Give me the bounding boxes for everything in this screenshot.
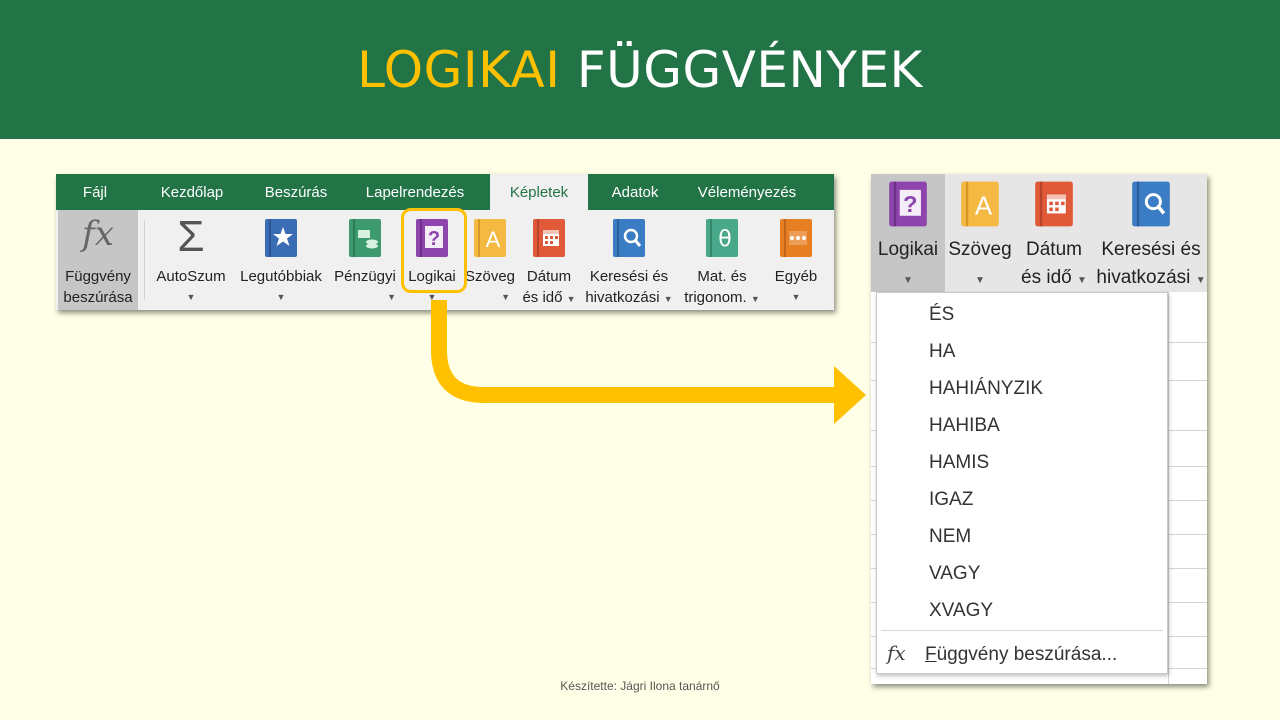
menu-item-ha[interactable]: HA: [929, 341, 955, 363]
lookup-label-1: Keresési és: [1101, 239, 1201, 260]
svg-text:A: A: [975, 193, 993, 221]
insert-function-menu-label: üggvény beszúrása...: [936, 644, 1118, 665]
text-label: Szöveg: [948, 239, 1012, 260]
function-icon: fx: [887, 641, 906, 665]
menu-item-igaz[interactable]: IGAZ: [929, 489, 973, 511]
lookup-button[interactable]: Keresési és hivatkozási ▼: [1095, 174, 1207, 292]
date-time-label-1: Dátum: [1026, 239, 1082, 260]
insert-function-menu-item[interactable]: fx Függvény beszúrása...: [887, 639, 1117, 667]
logical-functions-menu: ÉS HA HAHIÁNYZIK HAHIBA HAMIS IGAZ NEM V…: [876, 292, 1168, 674]
lookup-label-2: hivatkozási: [1096, 267, 1191, 288]
chevron-down-icon: ▼: [903, 275, 913, 286]
search-book-icon: [1131, 180, 1171, 234]
menu-item-vagy[interactable]: VAGY: [929, 563, 980, 585]
menu-item-xvagy[interactable]: XVAGY: [929, 600, 993, 622]
chevron-down-icon: ▼: [975, 275, 985, 286]
text-button[interactable]: A Szöveg ▼: [947, 174, 1013, 292]
menu-separator: [881, 630, 1163, 631]
chevron-down-icon: ▼: [1195, 275, 1206, 286]
text-book-icon: A: [960, 180, 1000, 234]
insert-function-accelerator: F: [925, 644, 937, 665]
author-credit: Készítette: Jágri Ilona tanárnő: [560, 679, 720, 693]
menu-item-hahiba[interactable]: HAHIBA: [929, 415, 1000, 437]
menu-item-es[interactable]: ÉS: [929, 304, 954, 326]
menu-item-hahianyzik[interactable]: HAHIÁNYZIK: [929, 378, 1043, 400]
logical-dropdown-screenshot: ? Logikai ▼ A Szöveg ▼ Dátum és idő ▼ Keres…: [871, 174, 1207, 684]
date-time-label-2: és idő: [1021, 267, 1072, 288]
question-book-icon: ?: [888, 180, 928, 234]
logical-label: Logikai: [877, 239, 939, 260]
date-time-button[interactable]: Dátum és idő ▼: [1015, 174, 1093, 292]
menu-item-nem[interactable]: NEM: [929, 526, 971, 548]
svg-text:?: ?: [903, 191, 917, 217]
calendar-book-icon: [1034, 180, 1074, 234]
menu-item-hamis[interactable]: HAMIS: [929, 452, 989, 474]
chevron-down-icon: ▼: [1077, 275, 1087, 286]
logical-button[interactable]: ? Logikai ▼: [871, 174, 945, 292]
